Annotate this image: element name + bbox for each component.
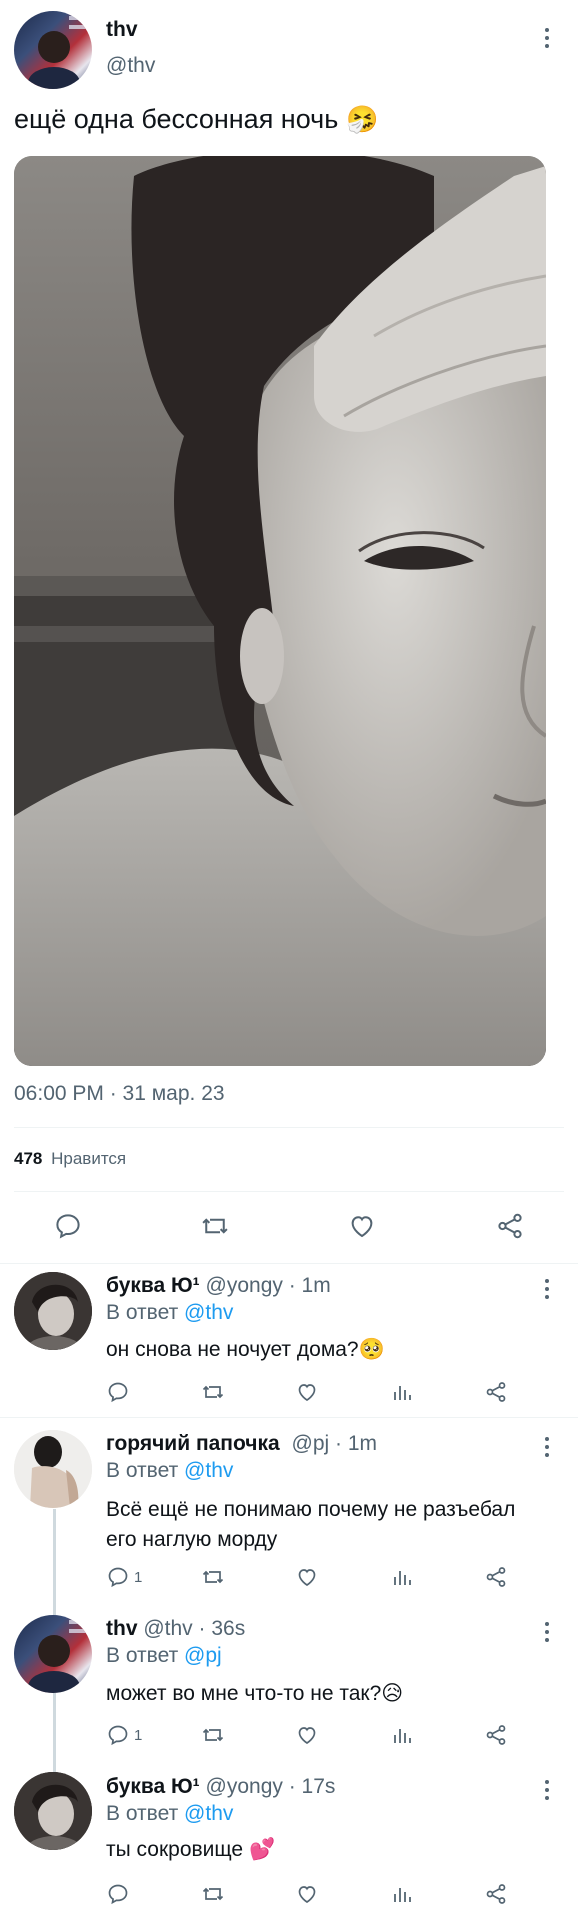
reply-count: 1	[134, 1726, 143, 1744]
like-icon[interactable]	[295, 1565, 319, 1589]
reply-to-line: В ответ @thv	[106, 1301, 233, 1325]
avatar[interactable]	[14, 1615, 92, 1693]
likes-stat[interactable]: 478 Нравится	[14, 1149, 126, 1169]
like-icon[interactable]	[347, 1211, 377, 1241]
reply-prefix: В ответ	[106, 1301, 179, 1324]
sad-emoji: 😥	[381, 1682, 404, 1705]
tweet-text: ещё одна бессонная ночь	[14, 104, 339, 134]
reply-count: 1	[134, 1568, 143, 1586]
reply-text-row: ты сокровище 💕	[106, 1838, 275, 1862]
likes-label: Нравится	[51, 1149, 127, 1168]
reply-text: он снова не ночует дома?	[106, 1338, 359, 1361]
share-icon[interactable]	[484, 1723, 508, 1747]
like-icon[interactable]	[295, 1380, 319, 1404]
share-icon[interactable]	[484, 1380, 508, 1404]
reply-to-line: В ответ @thv	[106, 1802, 233, 1826]
avatar-image	[14, 1430, 92, 1508]
avatar[interactable]	[14, 1772, 92, 1850]
reply-text: ты сокровище	[106, 1838, 244, 1861]
views-icon[interactable]	[390, 1882, 414, 1906]
divider	[14, 1191, 564, 1192]
views-icon[interactable]	[390, 1723, 414, 1747]
reply-prefix: В ответ	[106, 1644, 179, 1667]
more-options-icon[interactable]	[545, 1622, 551, 1646]
sneezing-emoji: 🤧	[346, 104, 379, 134]
display-name[interactable]: буква Ю¹	[106, 1274, 200, 1297]
reply-text-row: он снова не ночует дома?🥺	[106, 1338, 385, 1362]
display-name[interactable]: thv	[106, 1617, 138, 1640]
reply-header: буква Ю¹ @yongy · 1m	[106, 1274, 331, 1298]
handle[interactable]: @yongy	[206, 1274, 283, 1297]
retweet-icon[interactable]	[200, 1882, 226, 1906]
handle[interactable]: @pj	[292, 1432, 330, 1455]
more-options-icon[interactable]	[545, 1437, 551, 1461]
display-name[interactable]: буква Ю¹	[106, 1775, 200, 1798]
like-icon[interactable]	[295, 1882, 319, 1906]
share-icon[interactable]	[495, 1211, 525, 1241]
tweet-time[interactable]: · 1m	[335, 1432, 377, 1455]
more-options-icon[interactable]	[545, 1279, 551, 1303]
retweet-icon[interactable]	[200, 1380, 226, 1404]
handle[interactable]: @yongy	[206, 1775, 283, 1798]
avatar-image	[14, 1772, 92, 1850]
views-icon[interactable]	[390, 1565, 414, 1589]
display-name[interactable]: thv	[106, 18, 138, 42]
likes-count: 478	[14, 1149, 43, 1168]
like-icon[interactable]	[295, 1723, 319, 1747]
more-options-icon[interactable]	[545, 1780, 551, 1804]
reply-header: горячий папочка @pj · 1m	[106, 1432, 377, 1456]
reply-icon[interactable]	[106, 1882, 134, 1906]
avatar-image	[28, 16, 89, 89]
divider	[0, 1263, 578, 1264]
retweet-icon[interactable]	[200, 1565, 226, 1589]
mention-link[interactable]: @thv	[184, 1301, 233, 1324]
views-icon[interactable]	[390, 1380, 414, 1404]
tweet-time[interactable]: · 17s	[289, 1775, 336, 1798]
share-icon[interactable]	[484, 1565, 508, 1589]
reply-text-line: Всё ещё не понимаю почему не разъебал	[106, 1498, 516, 1521]
reply-to-line: В ответ @thv	[106, 1459, 233, 1483]
reply-to-line: В ответ @pj	[106, 1644, 222, 1668]
divider	[0, 1417, 578, 1418]
avatar[interactable]	[14, 1430, 92, 1508]
more-options-icon[interactable]	[545, 28, 551, 52]
reply-icon[interactable]	[106, 1380, 134, 1404]
reply-icon[interactable]: 1	[106, 1723, 142, 1747]
reply-header: буква Ю¹ @yongy · 17s	[106, 1775, 335, 1799]
tweet-time[interactable]: · 36s	[199, 1617, 246, 1640]
reply-text-line: его наглую морду	[106, 1528, 278, 1551]
reply-text: может во мне что-то не так?	[106, 1682, 382, 1705]
retweet-icon[interactable]	[200, 1723, 226, 1747]
reply-text-row: может во мне что-то не так?😥	[106, 1681, 403, 1706]
avatar-image	[28, 1620, 89, 1693]
mention-link[interactable]: @pj	[184, 1644, 222, 1667]
avatar[interactable]	[14, 1272, 92, 1350]
retweet-icon[interactable]	[199, 1211, 231, 1241]
reply-icon[interactable]	[53, 1211, 83, 1241]
tweet-time[interactable]: · 1m	[289, 1274, 331, 1297]
tweet-text-row: ещё одна бессонная ночь 🤧	[14, 104, 379, 135]
reply-text: Всё ещё не понимаю почему не разъебал ег…	[106, 1495, 515, 1555]
share-icon[interactable]	[484, 1882, 508, 1906]
handle[interactable]: @thv	[106, 54, 155, 78]
tweet-timestamp[interactable]: 06:00 PM · 31 мар. 23	[14, 1082, 225, 1106]
mention-link[interactable]: @thv	[184, 1802, 233, 1825]
avatar[interactable]	[14, 11, 92, 89]
divider	[14, 1127, 564, 1128]
hearts-emoji: 💕	[248, 1838, 276, 1861]
avatar-image	[14, 1272, 92, 1350]
reply-prefix: В ответ	[106, 1802, 179, 1825]
photo-image	[14, 156, 546, 1066]
mention-link[interactable]: @thv	[184, 1459, 233, 1482]
display-name[interactable]: горячий папочка	[106, 1432, 280, 1455]
reply-header: thv @thv · 36s	[106, 1617, 245, 1641]
tweet-photo[interactable]	[14, 156, 546, 1066]
reply-prefix: В ответ	[106, 1459, 179, 1482]
pleading-emoji: 🥺	[358, 1338, 385, 1361]
reply-icon[interactable]: 1	[106, 1565, 142, 1589]
handle[interactable]: @thv	[143, 1617, 192, 1640]
